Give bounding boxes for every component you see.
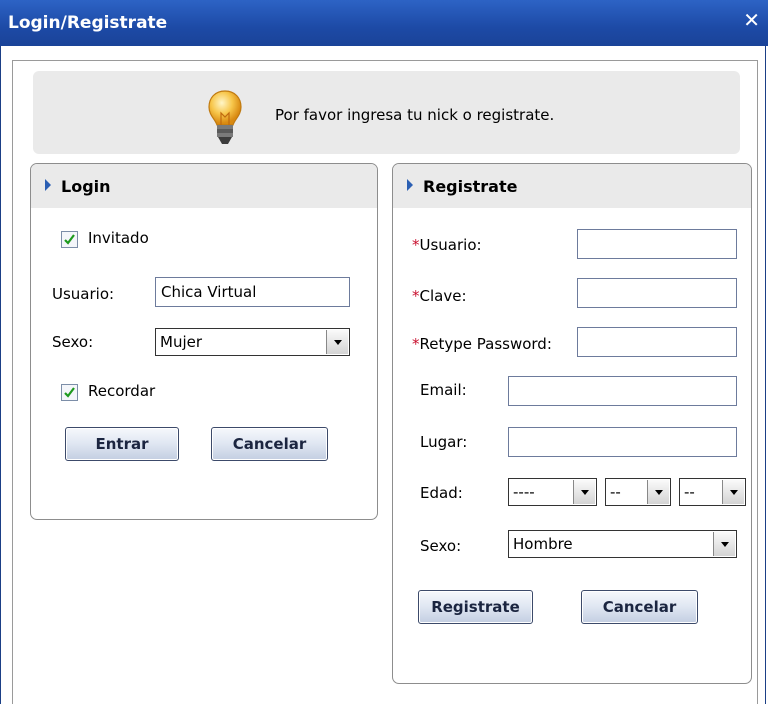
window-title: Login/Registrate: [8, 13, 168, 33]
close-icon[interactable]: ✕: [743, 10, 760, 30]
enter-button[interactable]: Entrar: [65, 427, 179, 461]
lightbulb-icon: [208, 90, 242, 144]
guest-checkbox[interactable]: [61, 231, 78, 248]
register-password-input[interactable]: [577, 278, 737, 308]
chevron-down-icon[interactable]: [326, 330, 348, 354]
required-mark: *: [412, 236, 420, 254]
register-sex-value: Hombre: [513, 535, 573, 553]
age-day-value: --: [684, 483, 695, 501]
remember-label: Recordar: [88, 382, 156, 400]
age-day-select[interactable]: --: [679, 478, 746, 506]
remember-checkbox[interactable]: [61, 384, 78, 401]
register-user-input[interactable]: [577, 229, 737, 259]
register-panel-title: Registrate: [423, 177, 518, 196]
login-sex-value: Mujer: [160, 333, 203, 351]
register-panel-header[interactable]: Registrate: [393, 164, 751, 208]
age-month-value: --: [610, 483, 621, 501]
register-retype-label: *Retype Password:: [412, 335, 552, 353]
login-user-label: Usuario:: [52, 285, 115, 303]
login-sex-label: Sexo:: [52, 333, 94, 351]
age-month-select[interactable]: --: [605, 478, 671, 506]
expand-arrow-icon: [45, 179, 51, 191]
register-age-label: Edad:: [420, 484, 463, 502]
chevron-down-icon[interactable]: [722, 480, 744, 504]
chevron-down-icon[interactable]: [647, 480, 669, 504]
expand-arrow-icon: [407, 179, 413, 191]
chevron-down-icon[interactable]: [573, 480, 595, 504]
register-cancel-button[interactable]: Cancelar: [581, 590, 698, 624]
chevron-down-icon[interactable]: [713, 532, 735, 556]
register-button[interactable]: Registrate: [418, 590, 533, 624]
login-panel-title: Login: [61, 177, 111, 196]
register-email-label: Email:: [420, 381, 467, 399]
register-user-label-text: Usuario:: [419, 236, 482, 254]
login-cancel-button[interactable]: Cancelar: [211, 427, 328, 461]
register-email-input[interactable]: [508, 376, 737, 406]
login-user-input[interactable]: [155, 277, 350, 307]
register-place-label: Lugar:: [420, 433, 468, 451]
register-password-label: *Clave:: [412, 287, 467, 305]
guest-label: Invitado: [88, 229, 149, 247]
register-retype-input[interactable]: [577, 327, 737, 357]
register-user-label: *Usuario:: [412, 236, 482, 254]
required-mark: *: [412, 287, 420, 305]
register-sex-select[interactable]: Hombre: [508, 530, 737, 558]
register-retype-label-text: Retype Password:: [419, 335, 552, 353]
checkmark-icon: [64, 234, 75, 245]
login-sex-select[interactable]: Mujer: [155, 328, 350, 356]
required-mark: *: [412, 335, 420, 353]
login-panel-header[interactable]: Login: [31, 164, 377, 208]
checkmark-icon: [64, 387, 75, 398]
register-place-input[interactable]: [508, 427, 737, 457]
age-year-value: ----: [513, 483, 535, 501]
hint-text: Por favor ingresa tu nick o registrate.: [275, 106, 555, 124]
title-bar[interactable]: Login/Registrate ✕: [0, 0, 768, 46]
register-sex-label: Sexo:: [420, 537, 462, 555]
age-year-select[interactable]: ----: [508, 478, 597, 506]
register-password-label-text: Clave:: [419, 287, 467, 305]
